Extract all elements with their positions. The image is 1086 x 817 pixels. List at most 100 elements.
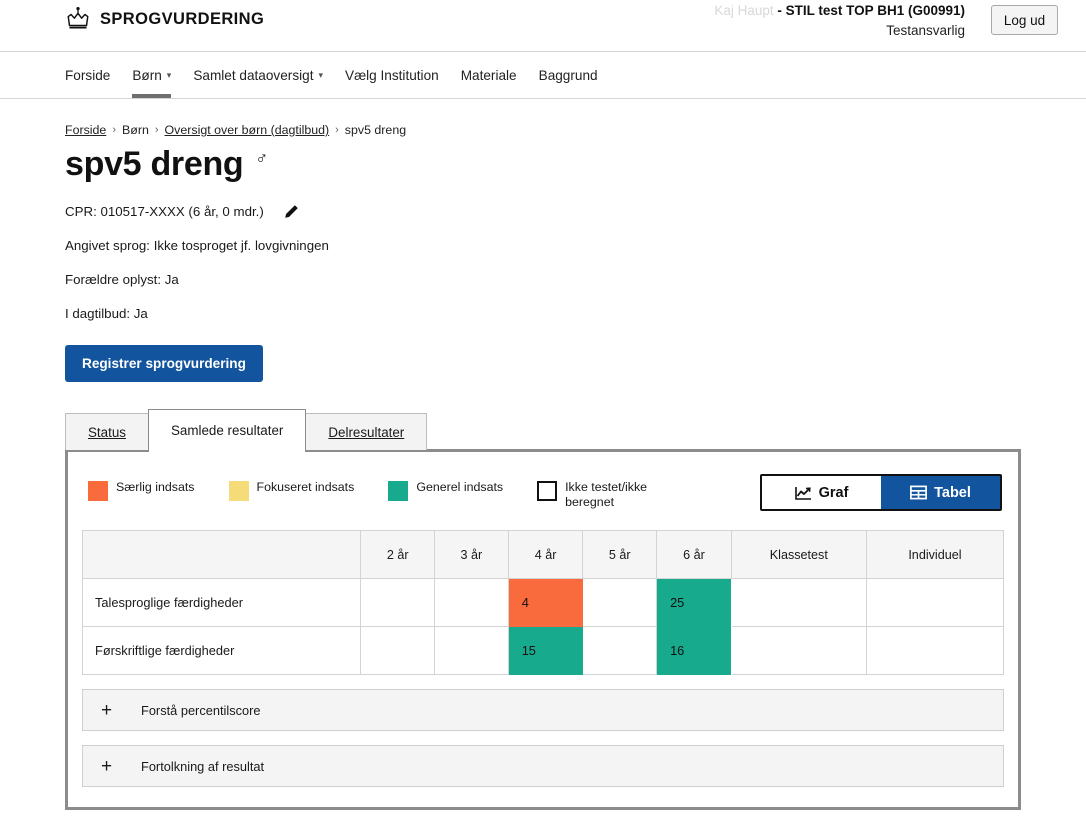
tab-label: Samlede resultater: [170, 423, 284, 438]
legend-label: Generel indsats: [416, 480, 504, 494]
legend-item-ikke-testet: Ikke testet/ikke beregnet: [537, 480, 675, 510]
tab-label: Delresultater: [328, 425, 405, 440]
cell-talesproglige-4ar: 4: [508, 578, 583, 627]
results-table: 2 år 3 år 4 år 5 år 6 år Klassetest Indi…: [81, 530, 1005, 675]
nav-item-born[interactable]: Børn ▾: [121, 52, 182, 98]
main-navigation: Forside Børn ▾ Samlet dataoversigt ▾ Væl…: [0, 52, 1086, 99]
user-account-line: Kaj Haupt - STIL test TOP BH1 (G00991): [714, 1, 965, 21]
nav-label: Børn: [132, 67, 162, 83]
logout-button[interactable]: Log ud: [991, 5, 1058, 35]
legend-label: Fokuseret indsats: [256, 480, 355, 494]
page-title-row: spv5 dreng ♂: [65, 143, 1021, 185]
column-header-blank: [81, 530, 362, 579]
legend-swatch-generel: [388, 481, 409, 501]
panel-toolbar: Særlig indsats Fokuseret indsats Generel…: [82, 470, 1004, 511]
breadcrumb-separator: ›: [112, 124, 116, 136]
daycare-line: I dagtilbud: Ja: [65, 306, 148, 321]
tab-delresultater[interactable]: Delresultater: [305, 413, 428, 450]
user-role: Testansvarlig: [886, 23, 965, 38]
results-panel: Særlig indsats Fokuseret indsats Generel…: [65, 449, 1021, 810]
legend-item-saerlig: Særlig indsats: [88, 480, 195, 501]
column-header-individuel: Individuel: [865, 530, 1005, 579]
nav-item-materiale[interactable]: Materiale: [450, 52, 528, 98]
cell-forskriftlige-klassetest: [730, 626, 867, 675]
row-label-forskriftlige: Førskriftlige færdigheder: [81, 626, 362, 675]
nav-item-samlet-dataoversigt[interactable]: Samlet dataoversigt ▾: [182, 52, 334, 98]
column-header-6ar: 6 år: [656, 530, 732, 579]
tabel-label: Tabel: [934, 484, 971, 501]
cpr-text: CPR: 010517-XXXX (6 år, 0 mdr.): [65, 204, 264, 219]
page-title: spv5 dreng: [65, 145, 244, 183]
nav-item-baggrund[interactable]: Baggrund: [528, 52, 609, 98]
plus-icon: +: [101, 755, 113, 777]
breadcrumb: Forside › Børn › Oversigt over børn (dag…: [65, 123, 1021, 137]
legend-swatch-ikke-testet: [537, 481, 558, 501]
nav-label: Vælg Institution: [345, 67, 439, 83]
column-header-4ar: 4 år: [507, 530, 584, 579]
breadcrumb-item-born: Børn: [122, 123, 149, 137]
chevron-down-icon: ▾: [166, 69, 172, 80]
graf-label: Graf: [818, 484, 849, 501]
result-tabs: Status Samlede resultater Delresultater: [65, 409, 1021, 452]
table-header-row: 2 år 3 år 4 år 5 år 6 år Klassetest Indi…: [81, 530, 1005, 579]
crown-icon: [67, 6, 89, 29]
legend-item-fokuseret: Fokuseret indsats: [228, 480, 355, 501]
accordion-forsta-percentilscore[interactable]: + Forstå percentilscore: [82, 689, 1004, 731]
column-header-5ar: 5 år: [582, 530, 658, 579]
results-table-header: 2 år 3 år 4 år 5 år 6 år Klassetest Indi…: [81, 530, 1005, 579]
plus-icon: +: [101, 699, 113, 721]
legend-item-generel: Generel indsats: [388, 480, 503, 501]
cell-forskriftlige-4ar: 15: [508, 626, 583, 675]
cell-talesproglige-5ar: [582, 578, 658, 627]
page-content: Forside › Børn › Oversigt over børn (dag…: [0, 123, 1086, 810]
column-header-3ar: 3 år: [434, 530, 509, 579]
gender-male-icon: ♂: [255, 149, 269, 168]
nav-label: Materiale: [460, 67, 517, 83]
cell-talesproglige-klassetest: [730, 578, 867, 627]
accordion-fortolkning-af-resultat[interactable]: + Fortolkning af resultat: [82, 745, 1004, 787]
nav-label: Forside: [65, 67, 111, 83]
tabel-view-button[interactable]: Tabel: [881, 476, 1000, 509]
tab-samlede-resultater[interactable]: Samlede resultater: [147, 409, 307, 452]
nav-label: Samlet dataoversigt: [193, 67, 314, 83]
brand-logo[interactable]: SPROGVURDERING: [65, 6, 264, 32]
table-grid-icon: [910, 485, 928, 500]
table-row: Førskriftlige færdigheder 15 16: [81, 626, 1005, 675]
breadcrumb-separator: ›: [154, 124, 159, 136]
cell-talesproglige-2ar: [360, 578, 436, 627]
user-name: Kaj Haupt: [714, 3, 774, 18]
line-chart-icon: [794, 486, 811, 500]
breadcrumb-item-current: spv5 dreng: [344, 123, 407, 137]
cpr-line: CPR: 010517-XXXX (6 år, 0 mdr.): [65, 204, 1021, 219]
legend-swatch-fokuseret: [228, 481, 249, 501]
pencil-icon[interactable]: [284, 204, 299, 219]
breadcrumb-item-forside[interactable]: Forside: [65, 123, 106, 137]
nav-item-forside[interactable]: Forside: [65, 52, 121, 98]
tab-status[interactable]: Status: [65, 413, 149, 450]
user-info: Kaj Haupt - STIL test TOP BH1 (G00991) T…: [714, 1, 965, 41]
cell-forskriftlige-individuel: [865, 626, 1005, 675]
top-header: SPROGVURDERING Kaj Haupt - STIL test TOP…: [0, 0, 1086, 52]
breadcrumb-separator: ›: [335, 124, 339, 136]
parents-line: Forældre oplyst: Ja: [65, 272, 179, 287]
register-sprogvurdering-button[interactable]: Registrer sprogvurdering: [65, 345, 263, 382]
breadcrumb-item-oversigt[interactable]: Oversigt over børn (dagtilbud): [165, 123, 330, 137]
brand-name: SPROGVURDERING: [100, 9, 265, 28]
cell-forskriftlige-6ar: 16: [656, 626, 732, 675]
legend-label: Særlig indsats: [116, 480, 195, 494]
accordion-label: Forstå percentilscore: [141, 702, 261, 718]
graf-view-button[interactable]: Graf: [762, 476, 881, 509]
nav-item-vaelg-institution[interactable]: Vælg Institution: [334, 52, 450, 98]
cell-talesproglige-individuel: [865, 578, 1005, 627]
cell-forskriftlige-2ar: [360, 626, 436, 675]
cell-talesproglige-3ar: [434, 578, 509, 627]
row-label-talesproglige: Talesproglige færdigheder: [81, 578, 362, 627]
view-toggle-group: Graf Tabel: [760, 474, 1002, 511]
table-row: Talesproglige færdigheder 4 25: [81, 578, 1005, 627]
user-organisation: - STIL test TOP BH1 (G00991): [773, 3, 965, 18]
tab-label: Status: [88, 425, 126, 440]
column-header-2ar: 2 år: [360, 530, 436, 579]
language-line: Angivet sprog: Ikke tosproget jf. lovgiv…: [65, 238, 329, 253]
accordion-label: Fortolkning af resultat: [141, 758, 265, 774]
cell-forskriftlige-5ar: [582, 626, 658, 675]
